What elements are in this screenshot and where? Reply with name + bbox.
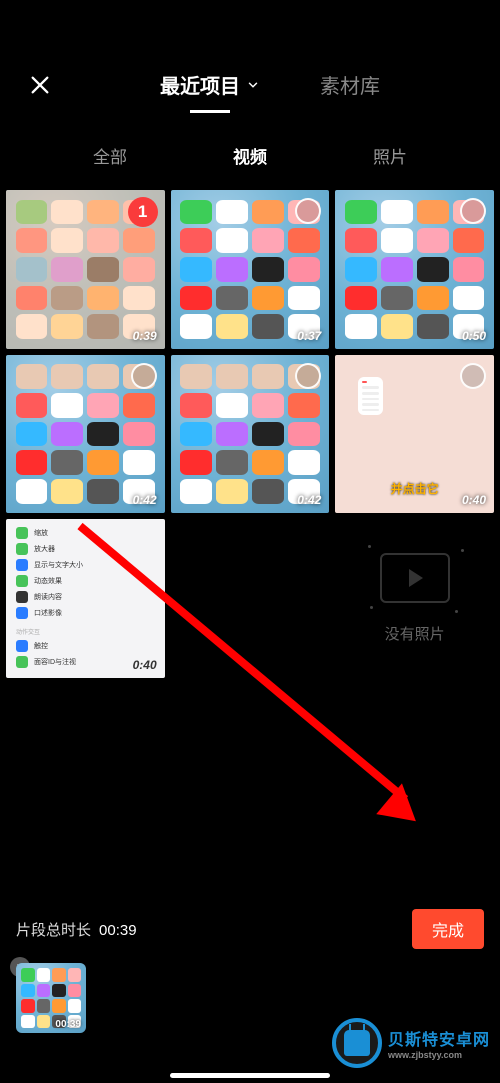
tab-recent-label: 最近项目: [160, 70, 240, 99]
annotation-arrow-head: [376, 783, 429, 836]
watermark: 贝斯特安卓网 www.zjbstyy.com: [332, 1018, 490, 1068]
selected-clip-duration: 00:39: [55, 1019, 81, 1030]
video-thumb[interactable]: 缩放 放大器 显示与文字大小 动态效果 朗读内容 口述影像 动作交互 触控 面容…: [6, 519, 165, 678]
duration-label: 0:42: [133, 493, 157, 507]
video-thumb[interactable]: 0:42: [171, 355, 330, 514]
watermark-logo: [332, 1018, 382, 1068]
close-icon: [29, 74, 51, 96]
tab-recent[interactable]: 最近项目: [160, 60, 260, 109]
duration-label: 0:40: [133, 658, 157, 672]
duration-label: 0:40: [462, 493, 486, 507]
duration-label: 0:37: [297, 329, 321, 343]
duration-label: 0:42: [297, 493, 321, 507]
empty-photo-placeholder: 没有照片: [335, 519, 494, 678]
selected-clip[interactable]: 00:39: [16, 963, 86, 1033]
total-duration-value: 00:39: [99, 922, 137, 939]
close-button[interactable]: [20, 65, 60, 105]
filter-photo[interactable]: 照片: [365, 139, 415, 172]
duration-label: 0:50: [462, 329, 486, 343]
video-thumb[interactable]: 0:50: [335, 190, 494, 349]
total-duration-label: 片段总时长: [16, 919, 91, 940]
duration-label: 0:39: [133, 329, 157, 343]
video-thumb[interactable]: 并点击它 0:40: [335, 355, 494, 514]
select-circle[interactable]: [460, 363, 486, 389]
home-indicator[interactable]: [170, 1073, 330, 1078]
done-button[interactable]: 完成: [412, 909, 484, 949]
tab-library-label: 素材库: [320, 70, 380, 99]
selection-badge: 1: [128, 197, 158, 227]
video-thumb[interactable]: 1 0:39: [6, 190, 165, 349]
chevron-down-icon: [246, 78, 260, 92]
media-grid: 1 0:39 0:37 0:50: [0, 190, 500, 678]
video-placeholder-icon: [380, 553, 450, 603]
select-circle[interactable]: [131, 363, 157, 389]
android-icon: [344, 1030, 370, 1056]
filter-video[interactable]: 视频: [225, 139, 275, 172]
watermark-title: 贝斯特安卓网: [388, 1026, 490, 1050]
select-circle[interactable]: [460, 198, 486, 224]
empty-text: 没有照片: [385, 623, 445, 644]
tab-library[interactable]: 素材库: [320, 60, 380, 109]
select-circle[interactable]: [295, 363, 321, 389]
watermark-url: www.zjbstyy.com: [388, 1050, 490, 1060]
filter-all[interactable]: 全部: [85, 139, 135, 172]
video-thumb[interactable]: 0:42: [6, 355, 165, 514]
video-thumb[interactable]: 0:37: [171, 190, 330, 349]
